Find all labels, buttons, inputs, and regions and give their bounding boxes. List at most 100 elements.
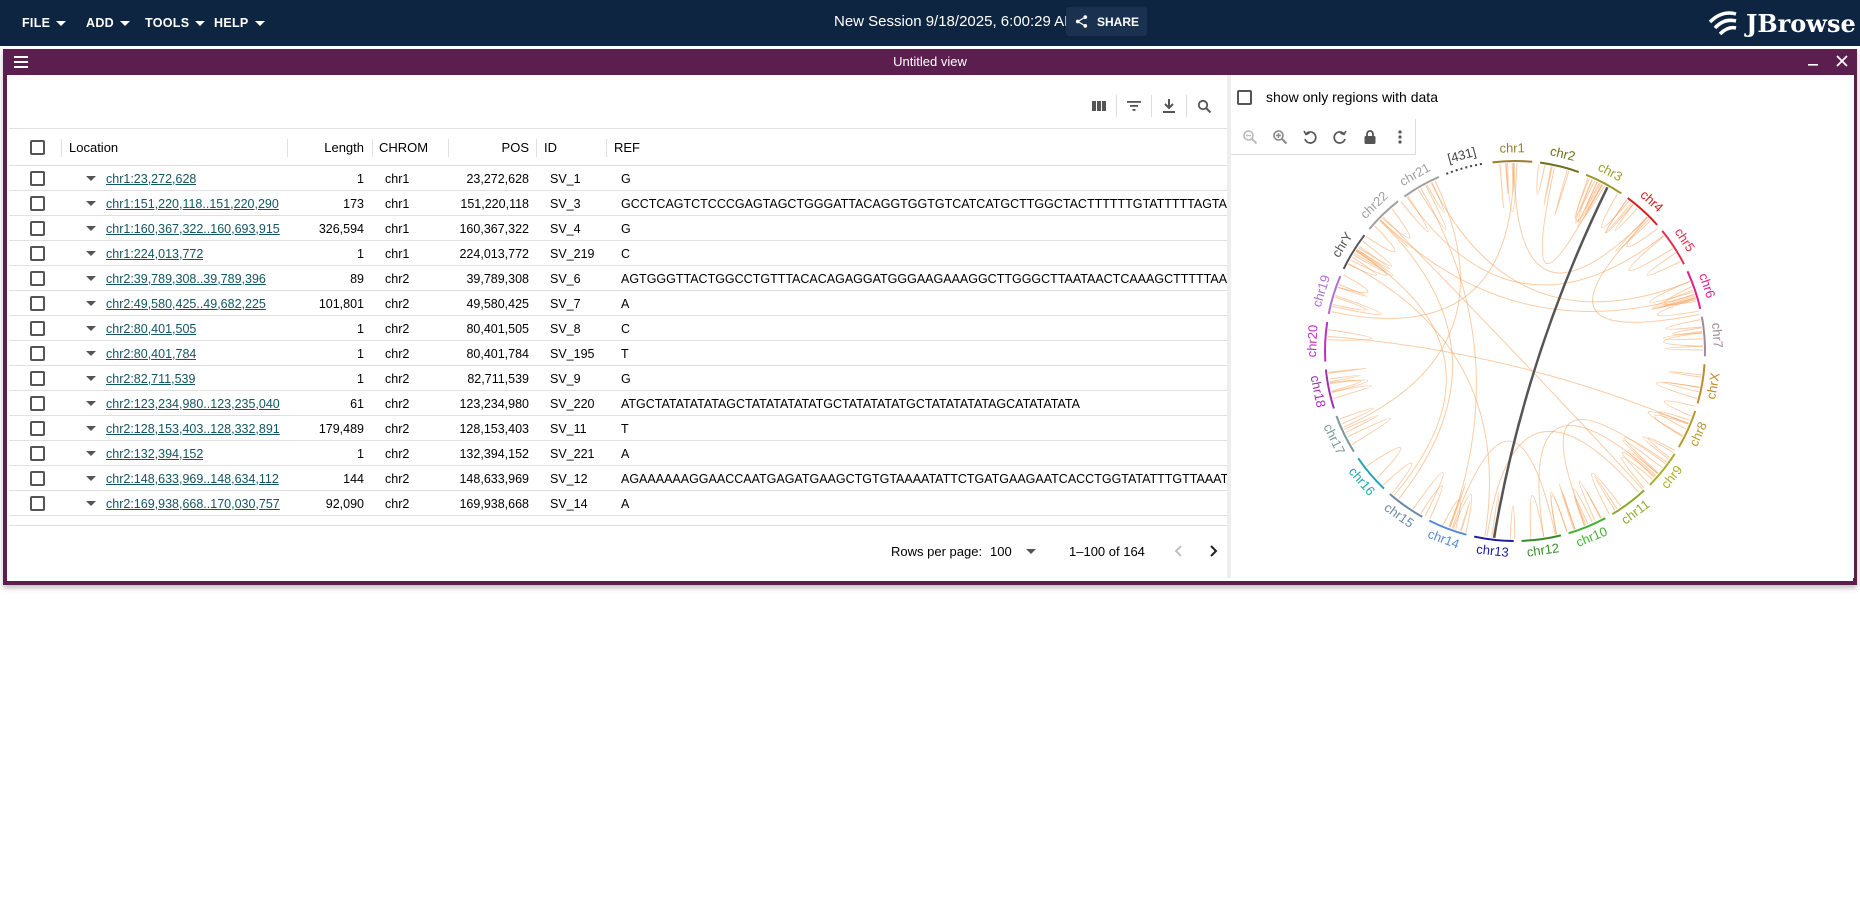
row-checkbox[interactable]: [30, 421, 45, 436]
chromosome-label[interactable]: chr7: [1709, 322, 1726, 348]
chromosome-label[interactable]: chr15: [1382, 500, 1417, 531]
location-link[interactable]: chr1:224,013,772: [106, 247, 203, 261]
column-separator[interactable]: [372, 139, 373, 157]
expand-row-icon[interactable]: [86, 201, 96, 206]
chromosome-label[interactable]: chr12: [1526, 540, 1560, 559]
location-link[interactable]: chr1:160,367,322..160,693,915: [106, 222, 280, 236]
column-header-id[interactable]: ID: [544, 129, 557, 165]
table-row[interactable]: chr1:23,272,628 1 chr1 23,272,628 SV_1 G: [9, 166, 1227, 191]
select-all-checkbox[interactable]: [30, 139, 45, 155]
location-link[interactable]: chr2:80,401,505: [106, 322, 196, 336]
column-separator[interactable]: [61, 139, 62, 157]
column-header-pos[interactable]: POS: [455, 129, 529, 165]
expand-row-icon[interactable]: [86, 501, 96, 506]
row-checkbox[interactable]: [30, 221, 45, 236]
row-checkbox[interactable]: [30, 371, 45, 386]
chromosome-arc[interactable]: [1492, 160, 1533, 164]
menu-help[interactable]: HELP: [214, 0, 265, 46]
expand-row-icon[interactable]: [86, 276, 96, 281]
expand-row-icon[interactable]: [86, 351, 96, 356]
table-row[interactable]: chr2:123,234,980..123,235,040 61 chr2 123,2…: [9, 391, 1227, 416]
expand-row-icon[interactable]: [86, 401, 96, 406]
minimize-icon[interactable]: [1806, 54, 1820, 68]
chromosome-label[interactable]: chrX: [1703, 371, 1722, 400]
location-link[interactable]: chr1:151,220,118..151,220,290: [106, 197, 279, 211]
column-header-ref[interactable]: REF: [614, 129, 640, 165]
chromosome-label[interactable]: chr18: [1308, 374, 1329, 409]
chromosome-label[interactable]: chr6: [1696, 271, 1718, 300]
table-row[interactable]: chr2:49,580,425..49,682,225 101,801 chr2 49…: [9, 291, 1227, 316]
column-separator[interactable]: [536, 139, 537, 157]
location-link[interactable]: chr2:39,789,308..39,789,396: [106, 272, 266, 286]
table-row[interactable]: chr1:224,013,772 1 chr1 224,013,772 SV_219 C: [9, 241, 1227, 266]
expand-row-icon[interactable]: [86, 326, 96, 331]
previous-page-icon[interactable]: [1171, 543, 1187, 559]
row-checkbox[interactable]: [30, 346, 45, 361]
chromosome-label[interactable]: chr4: [1638, 187, 1667, 215]
chromosome-arc[interactable]: [1324, 321, 1329, 362]
chromosome-label[interactable]: chr1: [1499, 140, 1525, 155]
menu-tools[interactable]: TOOLS: [145, 0, 206, 46]
session-name[interactable]: New Session 9/18/2025, 6:00:29 AM: [834, 0, 1077, 42]
expand-row-icon[interactable]: [86, 451, 96, 456]
table-row[interactable]: chr2:82,711,539 1 chr2 82,711,539 SV_9 G: [9, 366, 1227, 391]
column-separator[interactable]: [606, 139, 607, 157]
expand-row-icon[interactable]: [86, 176, 96, 181]
chromosome-label[interactable]: chr14: [1426, 526, 1462, 552]
chromosome-label[interactable]: chr9: [1658, 462, 1686, 491]
chromosome-label[interactable]: chr20: [1304, 324, 1321, 357]
column-header-chrom[interactable]: CHROM: [379, 129, 428, 165]
row-checkbox[interactable]: [30, 246, 45, 261]
rows-per-page-select[interactable]: 100: [990, 544, 1036, 559]
export-button[interactable]: [1154, 93, 1184, 119]
table-row[interactable]: chr2:80,401,784 1 chr2 80,401,784 SV_195 T: [9, 341, 1227, 366]
column-separator[interactable]: [287, 139, 288, 157]
filter-button[interactable]: [1119, 93, 1149, 119]
chromosome-label[interactable]: chr2: [1549, 143, 1577, 164]
row-checkbox[interactable]: [30, 196, 45, 211]
columns-button[interactable]: [1084, 93, 1114, 119]
location-link[interactable]: chr2:80,401,784: [106, 347, 196, 361]
table-row[interactable]: chr2:128,153,403..128,332,891 179,489 chr2…: [9, 416, 1227, 441]
chromosome-label[interactable]: chr21: [1397, 160, 1433, 189]
row-checkbox[interactable]: [30, 446, 45, 461]
row-checkbox[interactable]: [30, 171, 45, 186]
chromosome-label[interactable]: chr22: [1357, 188, 1391, 221]
expand-row-icon[interactable]: [86, 301, 96, 306]
table-row[interactable]: chr2:169,938,668..170,030,757 92,090 chr2 1…: [9, 491, 1227, 516]
expand-row-icon[interactable]: [86, 426, 96, 431]
share-button[interactable]: SHARE: [1066, 7, 1148, 36]
chromosome-label[interactable]: chr16: [1346, 464, 1379, 498]
row-checkbox[interactable]: [30, 496, 45, 511]
search-button[interactable]: [1189, 93, 1219, 119]
location-link[interactable]: chr2:49,580,425..49,682,225: [106, 297, 266, 311]
column-header-length[interactable]: Length: [294, 129, 364, 165]
chromosome-label[interactable]: chr19: [1309, 273, 1333, 309]
table-row[interactable]: chr2:132,394,152 1 chr2 132,394,152 SV_221 A: [9, 441, 1227, 466]
table-row[interactable]: chr2:148,633,969..148,634,112 144 chr2 148,…: [9, 466, 1227, 491]
row-checkbox[interactable]: [30, 396, 45, 411]
chromosome-arc[interactable]: [1539, 161, 1580, 173]
location-link[interactable]: chr2:148,633,969..148,634,112: [106, 472, 279, 486]
chromosome-label[interactable]: [431]: [1446, 144, 1478, 166]
expand-row-icon[interactable]: [86, 376, 96, 381]
column-header-location[interactable]: Location: [69, 129, 118, 165]
table-row[interactable]: chr1:151,220,118..151,220,290 173 chr1 151,…: [9, 191, 1227, 216]
table-row[interactable]: chr2:80,401,505 1 chr2 80,401,505 SV_8 C: [9, 316, 1227, 341]
expand-row-icon[interactable]: [86, 251, 96, 256]
row-checkbox[interactable]: [30, 471, 45, 486]
row-checkbox[interactable]: [30, 296, 45, 311]
location-link[interactable]: chr2:169,938,668..170,030,757: [106, 497, 280, 511]
location-link[interactable]: chr2:132,394,152: [106, 447, 203, 461]
chromosome-label[interactable]: chr11: [1618, 496, 1652, 527]
next-page-icon[interactable]: [1205, 543, 1221, 559]
location-link[interactable]: chr1:23,272,628: [106, 172, 196, 186]
location-link[interactable]: chr2:82,711,539: [106, 372, 195, 386]
expand-row-icon[interactable]: [86, 476, 96, 481]
row-checkbox[interactable]: [30, 321, 45, 336]
location-link[interactable]: chr2:123,234,980..123,235,040: [106, 397, 280, 411]
expand-row-icon[interactable]: [86, 226, 96, 231]
row-checkbox[interactable]: [30, 271, 45, 286]
table-row[interactable]: chr1:160,367,322..160,693,915 326,594 chr1…: [9, 216, 1227, 241]
close-icon[interactable]: [1835, 54, 1849, 68]
